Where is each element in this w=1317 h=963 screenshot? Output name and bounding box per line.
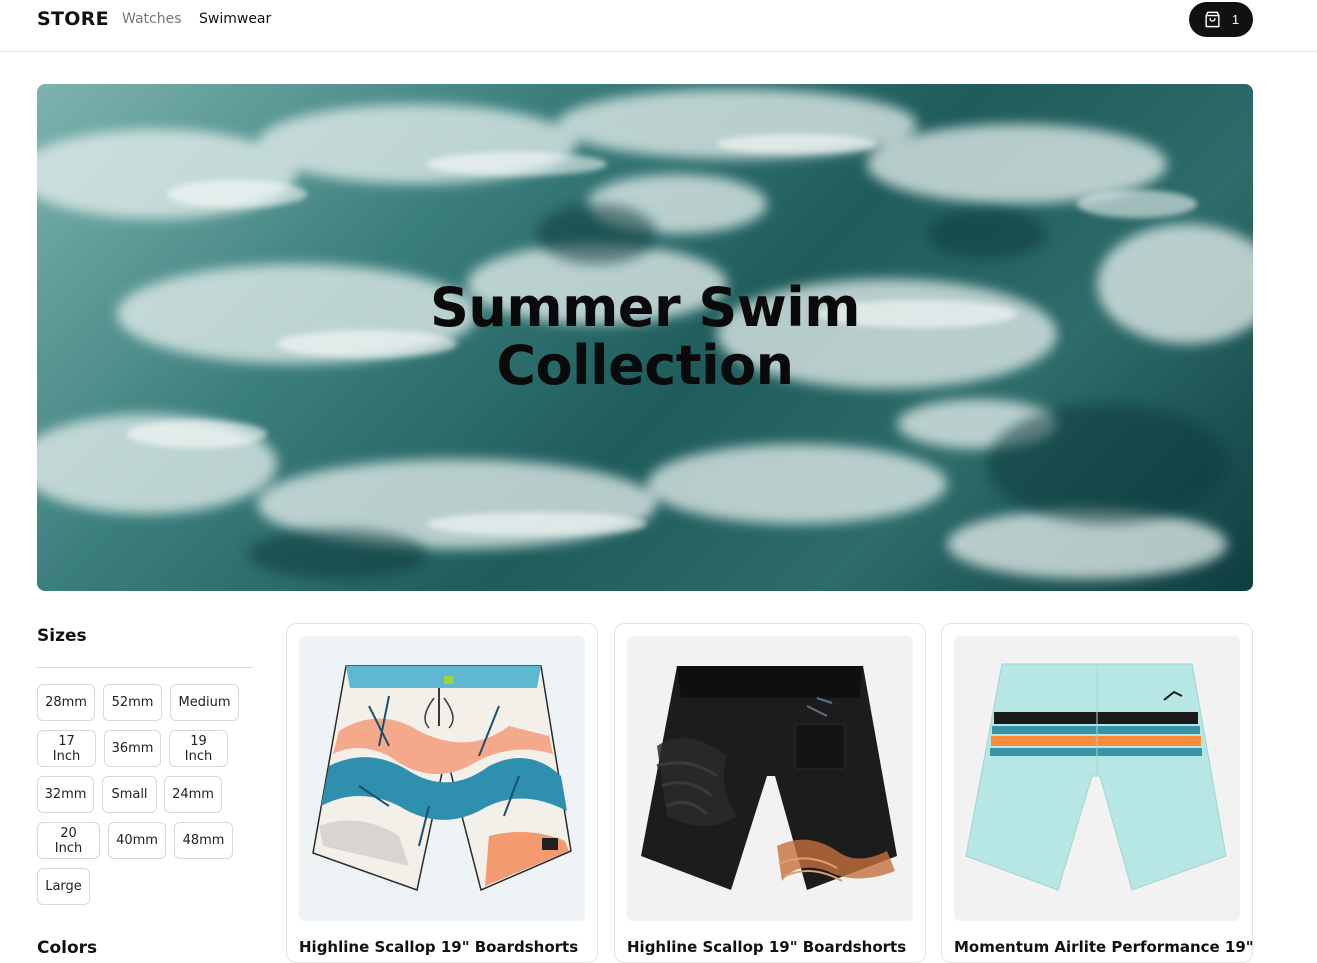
cart-count: 1 bbox=[1231, 12, 1240, 27]
product-image bbox=[954, 636, 1240, 921]
size-chip-52mm[interactable]: 52mm bbox=[103, 684, 162, 721]
boardshorts-black-image bbox=[627, 636, 913, 921]
colors-heading: Colors bbox=[37, 938, 98, 958]
size-chip-17-inch[interactable]: 17 Inch bbox=[37, 730, 96, 767]
nav-link-watches[interactable]: Watches bbox=[122, 11, 182, 27]
boardshorts-aqua-image bbox=[954, 636, 1240, 921]
sizes-divider bbox=[37, 667, 253, 668]
product-image bbox=[299, 636, 585, 921]
size-chip-19-inch[interactable]: 19 Inch bbox=[169, 730, 228, 767]
shopping-bag-icon bbox=[1205, 11, 1220, 28]
hero-title: Summer Swim Collection bbox=[37, 279, 1253, 395]
boardshorts-patterned-image bbox=[299, 636, 585, 921]
size-chip-28mm[interactable]: 28mm bbox=[37, 684, 95, 721]
product-image bbox=[627, 636, 913, 921]
cart-button[interactable]: 1 bbox=[1189, 2, 1253, 37]
size-chip-small[interactable]: Small bbox=[102, 776, 157, 813]
size-chip-medium[interactable]: Medium bbox=[170, 684, 239, 721]
hero-banner: Summer Swim Collection bbox=[37, 84, 1253, 591]
product-card[interactable]: Momentum Airlite Performance 19" bbox=[941, 623, 1254, 963]
product-name: Momentum Airlite Performance 19" bbox=[954, 938, 1254, 956]
size-chip-48mm[interactable]: 48mm bbox=[174, 822, 233, 859]
sizes-heading: Sizes bbox=[37, 626, 87, 646]
size-chip-36mm[interactable]: 36mm bbox=[104, 730, 161, 767]
product-card[interactable]: Highline Scallop 19" Boardshorts bbox=[614, 623, 926, 963]
size-chip-40mm[interactable]: 40mm bbox=[108, 822, 166, 859]
product-name: Highline Scallop 19" Boardshorts bbox=[627, 938, 907, 956]
size-chip-20-inch[interactable]: 20 Inch bbox=[37, 822, 100, 859]
nav-link-swimwear[interactable]: Swimwear bbox=[199, 11, 271, 27]
size-chip-large[interactable]: Large bbox=[37, 868, 90, 905]
site-header: STORE Watches Swimwear 1 bbox=[0, 0, 1317, 52]
size-chip-32mm[interactable]: 32mm bbox=[37, 776, 94, 813]
store-logo[interactable]: STORE bbox=[37, 8, 109, 30]
product-name: Highline Scallop 19" Boardshorts bbox=[299, 938, 579, 956]
size-chip-24mm[interactable]: 24mm bbox=[164, 776, 222, 813]
product-card[interactable]: Highline Scallop 19" Boardshorts bbox=[286, 623, 598, 963]
hero-title-line2: Collection bbox=[496, 334, 794, 397]
hero-title-line1: Summer Swim bbox=[430, 276, 860, 339]
